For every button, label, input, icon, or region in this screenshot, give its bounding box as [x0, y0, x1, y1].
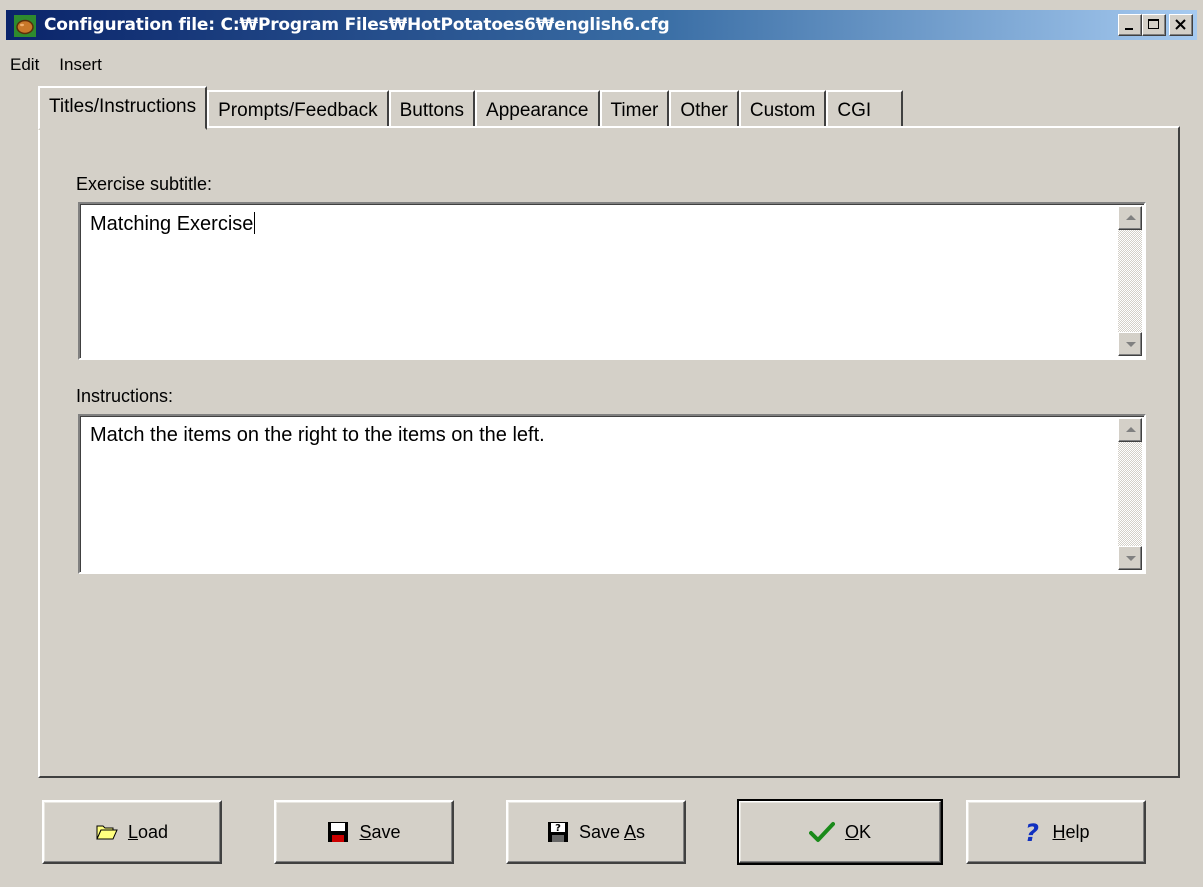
subtitle-scrollbar[interactable]	[1118, 206, 1142, 356]
tab-titles-instructions[interactable]: Titles/Instructions	[38, 86, 208, 130]
instructions-label: Instructions:	[76, 386, 174, 406]
checkmark-icon	[808, 821, 835, 843]
tab-cgi[interactable]: CGI	[826, 90, 904, 128]
maximize-button[interactable]	[1142, 14, 1166, 36]
close-button[interactable]	[1169, 14, 1193, 36]
scroll-up-button[interactable]	[1118, 418, 1142, 442]
tab-custom[interactable]: Custom	[738, 90, 827, 128]
tab-strip: Titles/Instructions Prompts/Feedback But…	[38, 84, 904, 130]
scroll-up-button[interactable]	[1118, 206, 1142, 230]
scroll-down-icon	[1126, 556, 1136, 561]
save-as-button[interactable]: ? Save As	[506, 800, 686, 864]
help-label: Help	[1052, 821, 1090, 842]
menu-bar: Edit Insert	[0, 52, 112, 80]
scroll-down-icon	[1126, 342, 1136, 347]
menu-insert[interactable]: Insert	[49, 52, 112, 80]
floppy-disk-icon	[327, 821, 349, 843]
close-icon	[1175, 19, 1186, 30]
tab-appearance[interactable]: Appearance	[475, 90, 600, 128]
subtitle-label: Exercise subtitle:	[76, 174, 213, 194]
hot-potato-icon[interactable]	[14, 15, 36, 37]
window-controls	[1118, 14, 1193, 36]
ok-button[interactable]: OK	[737, 799, 943, 865]
svg-text:?: ?	[1026, 820, 1040, 844]
tab-other[interactable]: Other	[669, 90, 739, 128]
load-button[interactable]: Load	[42, 800, 222, 864]
save-label: Save	[359, 821, 401, 842]
minimize-button[interactable]	[1118, 14, 1142, 36]
scroll-up-icon	[1126, 427, 1136, 432]
load-label: Load	[127, 821, 169, 842]
svg-text:?: ?	[555, 823, 561, 834]
floppy-disk-question-icon: ?	[547, 821, 569, 843]
save-button[interactable]: Save	[274, 800, 454, 864]
tab-buttons[interactable]: Buttons	[388, 90, 476, 128]
menu-edit[interactable]: Edit	[0, 52, 49, 80]
tab-panel: Exercise subtitle: Matching Exercise Ins…	[38, 126, 1180, 778]
folder-open-icon	[96, 824, 118, 840]
window-title: Configuration file: C:₩Program Files₩Hot…	[44, 15, 670, 35]
scroll-down-button[interactable]	[1118, 332, 1142, 356]
tab-timer[interactable]: Timer	[599, 90, 670, 128]
instructions-field[interactable]: Match the items on the right to the item…	[78, 414, 1146, 574]
help-button[interactable]: ? Help	[966, 800, 1146, 864]
minimize-icon	[1125, 28, 1133, 30]
tab-prompts-feedback[interactable]: Prompts/Feedback	[207, 90, 389, 128]
subtitle-text: Matching Exercise	[90, 212, 256, 235]
title-bar: Configuration file: C:₩Program Files₩Hot…	[0, 0, 1203, 46]
ok-label: OK	[844, 821, 872, 842]
title-bar-caption[interactable]: Configuration file: C:₩Program Files₩Hot…	[6, 10, 1197, 40]
instructions-scrollbar[interactable]	[1118, 418, 1142, 570]
save-as-label: Save As	[578, 821, 646, 842]
scroll-up-icon	[1126, 215, 1136, 220]
scroll-down-button[interactable]	[1118, 546, 1142, 570]
text-caret	[254, 212, 256, 234]
instructions-text: Match the items on the right to the item…	[90, 424, 545, 446]
question-mark-icon: ?	[1022, 820, 1042, 844]
subtitle-field[interactable]: Matching Exercise	[78, 202, 1146, 360]
maximize-icon	[1148, 19, 1159, 29]
